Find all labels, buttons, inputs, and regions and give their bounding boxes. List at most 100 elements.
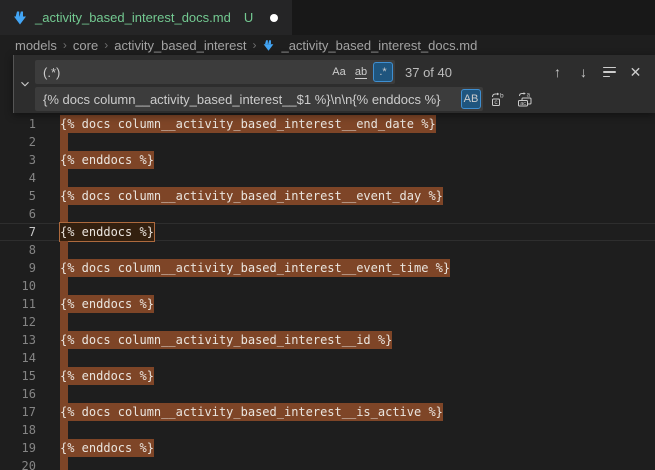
editor-line[interactable]: 12 bbox=[0, 313, 655, 331]
vscode-window: _activity_based_interest_docs.md U model… bbox=[0, 0, 655, 470]
unsaved-changes-dot-icon[interactable] bbox=[270, 14, 278, 22]
breadcrumb-item-core[interactable]: core bbox=[73, 38, 98, 53]
breadcrumb-item-activity-based-interest[interactable]: activity_based_interest bbox=[114, 38, 246, 53]
editor-line[interactable]: 19 {% enddocs %} bbox=[0, 439, 655, 457]
editor-line[interactable]: 6 bbox=[0, 205, 655, 223]
tab-activity-based-interest-docs[interactable]: _activity_based_interest_docs.md U bbox=[0, 0, 292, 35]
preserve-case-toggle[interactable]: AB bbox=[461, 89, 481, 109]
match-case-toggle[interactable]: Aa bbox=[329, 62, 349, 82]
empty-match-highlight[interactable] bbox=[60, 133, 68, 151]
tab-bar: _activity_based_interest_docs.md U bbox=[0, 0, 655, 35]
line-text[interactable]: {% enddocs %} bbox=[60, 151, 154, 169]
markdown-file-icon bbox=[12, 10, 28, 26]
line-number: 4 bbox=[0, 169, 36, 187]
empty-match-highlight[interactable] bbox=[60, 241, 68, 259]
editor-line[interactable]: 1 {% docs column__activity_based_interest… bbox=[0, 115, 655, 133]
line-number: 11 bbox=[0, 295, 36, 313]
empty-match-highlight[interactable] bbox=[60, 385, 68, 403]
find-input-box: Aa ab .* bbox=[35, 60, 395, 84]
breadcrumb: models › core › activity_based_interest … bbox=[0, 35, 655, 55]
editor-lines: 1 {% docs column__activity_based_interest… bbox=[0, 115, 655, 470]
empty-match-highlight[interactable] bbox=[60, 277, 68, 295]
breadcrumb-item-file[interactable]: _activity_based_interest_docs.md bbox=[281, 38, 477, 53]
empty-match-highlight[interactable] bbox=[60, 205, 68, 223]
line-text[interactable]: {% enddocs %} bbox=[60, 439, 154, 457]
editor-pane[interactable]: 1 {% docs column__activity_based_interest… bbox=[0, 55, 655, 470]
line-text[interactable]: {% enddocs %} bbox=[60, 367, 154, 385]
line-text[interactable]: {% docs column__activity_based_interest_… bbox=[60, 187, 443, 205]
line-number: 6 bbox=[0, 205, 36, 223]
line-number: 1 bbox=[0, 115, 36, 133]
line-number: 2 bbox=[0, 133, 36, 151]
chevron-down-icon bbox=[18, 77, 32, 91]
find-in-selection-button[interactable] bbox=[599, 62, 620, 83]
line-text[interactable]: {% enddocs %} bbox=[60, 223, 154, 241]
breadcrumb-separator-icon: › bbox=[104, 38, 108, 52]
replace-icon: b c bbox=[490, 91, 506, 107]
find-widget-rows: Aa ab .* 37 of 40 ↑ ↓ ✕ bbox=[35, 55, 655, 113]
line-number: 7 bbox=[0, 223, 36, 241]
editor-line[interactable]: 13 {% docs column__activity_based_interes… bbox=[0, 331, 655, 349]
close-find-widget-button[interactable]: ✕ bbox=[625, 62, 646, 83]
replace-all-icon: a ac bbox=[516, 91, 533, 107]
whole-word-toggle[interactable]: ab bbox=[351, 62, 371, 82]
git-status-badge: U bbox=[244, 10, 253, 25]
line-text[interactable]: {% docs column__activity_based_interest_… bbox=[60, 259, 450, 277]
next-match-button[interactable]: ↓ bbox=[573, 62, 594, 83]
breadcrumb-separator-icon: › bbox=[252, 38, 256, 52]
replace-input-box: AB bbox=[35, 87, 483, 111]
line-number: 10 bbox=[0, 277, 36, 295]
line-text[interactable]: {% docs column__activity_based_interest_… bbox=[60, 331, 392, 349]
line-number: 13 bbox=[0, 331, 36, 349]
line-number: 14 bbox=[0, 349, 36, 367]
line-text[interactable]: {% enddocs %} bbox=[60, 295, 154, 313]
line-number: 3 bbox=[0, 151, 36, 169]
breadcrumb-separator-icon: › bbox=[63, 38, 67, 52]
editor-line[interactable]: 3 {% enddocs %} bbox=[0, 151, 655, 169]
editor-line[interactable]: 20 bbox=[0, 457, 655, 470]
line-text[interactable]: {% docs column__activity_based_interest_… bbox=[60, 115, 436, 133]
markdown-file-icon bbox=[262, 39, 275, 52]
find-input[interactable] bbox=[35, 60, 329, 84]
editor-line[interactable]: 4 bbox=[0, 169, 655, 187]
editor-line[interactable]: 18 bbox=[0, 421, 655, 439]
svg-text:b: b bbox=[500, 93, 504, 100]
replace-row: AB b c bbox=[35, 87, 651, 111]
replace-all-button[interactable]: a ac bbox=[513, 88, 535, 110]
previous-match-button[interactable]: ↑ bbox=[547, 62, 568, 83]
breadcrumb-item-models[interactable]: models bbox=[15, 38, 57, 53]
empty-match-highlight[interactable] bbox=[60, 313, 68, 331]
toggle-replace-button[interactable] bbox=[14, 55, 35, 113]
replace-button[interactable]: b c bbox=[487, 88, 509, 110]
line-number: 17 bbox=[0, 403, 36, 421]
regex-toggle[interactable]: .* bbox=[373, 62, 393, 82]
line-text[interactable]: {% docs column__activity_based_interest_… bbox=[60, 403, 443, 421]
replace-input[interactable] bbox=[35, 87, 461, 111]
editor-line[interactable]: 15 {% enddocs %} bbox=[0, 367, 655, 385]
line-number: 16 bbox=[0, 385, 36, 403]
find-row: Aa ab .* 37 of 40 ↑ ↓ ✕ bbox=[35, 60, 651, 84]
empty-match-highlight[interactable] bbox=[60, 457, 68, 470]
line-number: 15 bbox=[0, 367, 36, 385]
svg-text:ac: ac bbox=[520, 101, 526, 107]
editor-line[interactable]: 9{% docs column__activity_based_interest… bbox=[0, 259, 655, 277]
find-replace-widget: Aa ab .* 37 of 40 ↑ ↓ ✕ bbox=[13, 55, 655, 113]
editor-line[interactable]: 10 bbox=[0, 277, 655, 295]
editor-line[interactable]: 17 {% docs column__activity_based_interes… bbox=[0, 403, 655, 421]
editor-line[interactable]: 16 bbox=[0, 385, 655, 403]
find-in-selection-icon bbox=[603, 67, 616, 77]
empty-match-highlight[interactable] bbox=[60, 349, 68, 367]
empty-match-highlight[interactable] bbox=[60, 421, 68, 439]
editor-line[interactable]: 11 {% enddocs %} bbox=[0, 295, 655, 313]
line-number: 19 bbox=[0, 439, 36, 457]
editor-line[interactable]: 8 bbox=[0, 241, 655, 259]
editor-line[interactable]: 5 {% docs column__activity_based_interest… bbox=[0, 187, 655, 205]
empty-match-highlight[interactable] bbox=[60, 169, 68, 187]
line-number: 5 bbox=[0, 187, 36, 205]
match-counter: 37 of 40 bbox=[405, 65, 452, 80]
whole-word-label: ab bbox=[355, 66, 367, 79]
editor-line[interactable]: 7 {% enddocs %} bbox=[0, 223, 655, 241]
line-number: 12 bbox=[0, 313, 36, 331]
editor-line[interactable]: 2 bbox=[0, 133, 655, 151]
editor-line[interactable]: 14 bbox=[0, 349, 655, 367]
